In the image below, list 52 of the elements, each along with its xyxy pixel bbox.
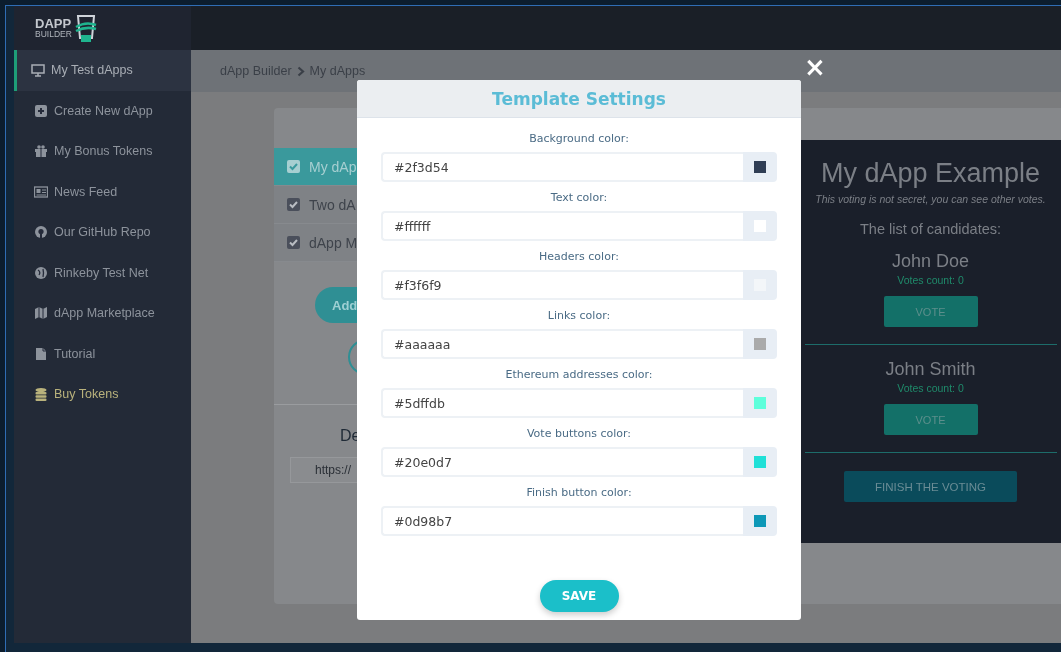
color-input[interactable]: #ffffff	[381, 211, 743, 241]
dialog-title: Template Settings	[492, 88, 666, 109]
sidebar-item[interactable]: My Test dApps	[14, 50, 191, 91]
color-input[interactable]: #aaaaaa	[381, 329, 743, 359]
color-input[interactable]: #5dffdb	[381, 388, 743, 418]
plus-icon	[34, 103, 48, 118]
color-picker[interactable]	[743, 329, 777, 359]
logo-subtext: BUILDER	[35, 30, 72, 39]
sidebar-item[interactable]: Buy Tokens	[14, 374, 191, 415]
sidebar-item[interactable]: News Feed	[14, 171, 191, 212]
color-input[interactable]: #2f3d54	[381, 152, 743, 182]
color-picker[interactable]	[743, 506, 777, 536]
monitor-icon	[31, 63, 45, 78]
field-label: Ethereum addresses color:	[505, 367, 653, 382]
color-input[interactable]: #f3f6f9	[381, 270, 743, 300]
color-input[interactable]: #0d98b7	[381, 506, 743, 536]
close-button[interactable]: ×	[804, 52, 826, 82]
candidate-name: John Smith	[885, 359, 976, 380]
candidates-heading: The list of candidates:	[859, 221, 1002, 237]
field-label: Links color:	[547, 308, 611, 323]
preview-subtitle: This voting is not secret, you can see other votes.	[815, 193, 1046, 205]
color-picker[interactable]	[743, 152, 777, 182]
sidebar-item[interactable]: Rinkeby Test Net	[14, 252, 191, 293]
field-label: Headers color:	[539, 249, 619, 264]
checkbox[interactable]	[287, 236, 300, 249]
preview-title: My dApp Example	[820, 158, 1041, 189]
votes-count: Votes count: 0	[897, 274, 964, 286]
sidebar-item[interactable]: Create New dApp	[14, 90, 191, 131]
gift-icon	[34, 144, 48, 159]
sidebar-item[interactable]: Our GitHub Repo	[14, 212, 191, 253]
bucket-logo-icon	[74, 13, 97, 43]
field-label: Vote buttons color:	[526, 426, 632, 441]
checkbox[interactable]	[287, 160, 300, 173]
file-icon	[34, 346, 48, 361]
checkbox[interactable]	[287, 198, 300, 211]
field-label: Finish button color:	[526, 485, 632, 500]
color-input[interactable]: #20e0d7	[381, 447, 743, 477]
coins-icon	[34, 387, 48, 402]
field-label: Text color:	[550, 190, 608, 205]
color-picker[interactable]	[743, 447, 777, 477]
logo-text: DAPP	[35, 17, 72, 31]
color-picker[interactable]	[743, 388, 777, 418]
map-icon	[34, 306, 48, 321]
votes-count: Votes count: 0	[897, 382, 964, 394]
candidate-name: John Doe	[891, 251, 970, 272]
sidebar-item[interactable]: Tutorial	[14, 333, 191, 374]
chevron-icon	[296, 65, 305, 77]
finish-voting-button[interactable]: FINISH THE VOTING	[844, 471, 1017, 502]
sidebar-item[interactable]: dApp Marketplace	[14, 293, 191, 334]
sidebar-item[interactable]: My Bonus Tokens	[14, 131, 191, 172]
field-label: Background color:	[529, 131, 629, 146]
news-icon	[34, 184, 48, 199]
